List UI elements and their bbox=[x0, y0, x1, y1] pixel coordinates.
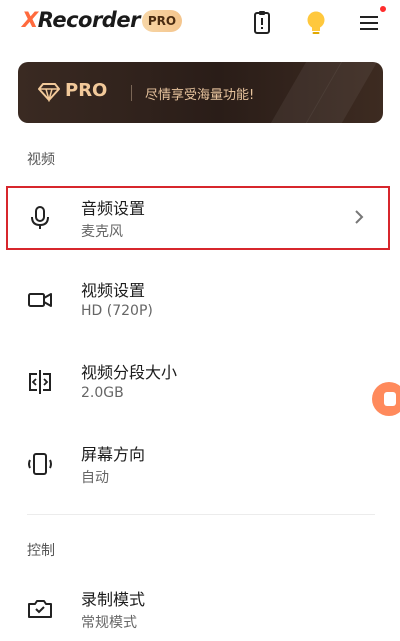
lightbulb-icon[interactable] bbox=[302, 9, 330, 37]
section-divider bbox=[27, 514, 375, 515]
microphone-icon bbox=[31, 206, 49, 229]
pro-badge[interactable]: PRO bbox=[142, 10, 182, 32]
video-camera-icon bbox=[28, 293, 52, 307]
section-label-control: 控制 bbox=[27, 543, 55, 559]
item-title: 视频设置 bbox=[81, 281, 146, 300]
item-subtitle: 自动 bbox=[81, 470, 109, 486]
record-mode-icon bbox=[28, 600, 52, 618]
item-subtitle: 麦克风 bbox=[81, 224, 123, 240]
settings-item-orientation[interactable]: 屏幕方向 自动 bbox=[6, 432, 394, 496]
diamond-icon bbox=[38, 83, 60, 102]
banner-tagline: 尽情享受海量功能! bbox=[145, 88, 255, 103]
settings-item-video[interactable]: 视频设置 HD (720P) bbox=[6, 268, 394, 332]
pro-banner[interactable]: PRO 尽情享受海量功能! bbox=[18, 62, 383, 123]
settings-item-audio[interactable]: 音频设置 麦克风 bbox=[6, 186, 394, 250]
menu-icon[interactable] bbox=[355, 9, 383, 37]
task-list-icon[interactable] bbox=[248, 9, 276, 37]
banner-pro-label: PRO bbox=[65, 80, 108, 101]
item-title: 录制模式 bbox=[81, 590, 146, 609]
camera-shape-icon bbox=[384, 392, 396, 406]
floating-record-button[interactable] bbox=[372, 382, 400, 416]
item-subtitle: 常规模式 bbox=[81, 615, 137, 631]
settings-item-segment-size[interactable]: 视频分段大小 2.0GB bbox=[6, 350, 394, 414]
screen-rotation-icon bbox=[28, 453, 52, 475]
item-title: 视频分段大小 bbox=[81, 363, 178, 382]
chevron-right-icon bbox=[355, 210, 364, 224]
settings-item-record-mode[interactable]: 录制模式 常规模式 bbox=[6, 577, 394, 641]
app-logo: XRecorder bbox=[22, 8, 140, 32]
item-title: 音频设置 bbox=[81, 199, 146, 218]
section-label-video: 视频 bbox=[27, 152, 55, 168]
item-subtitle: HD (720P) bbox=[81, 303, 153, 319]
item-title: 屏幕方向 bbox=[81, 445, 146, 464]
split-icon bbox=[29, 370, 51, 394]
banner-separator bbox=[131, 85, 132, 101]
item-subtitle: 2.0GB bbox=[81, 385, 124, 401]
notification-dot bbox=[380, 6, 386, 12]
app-header: XRecorder PRO bbox=[0, 0, 400, 46]
